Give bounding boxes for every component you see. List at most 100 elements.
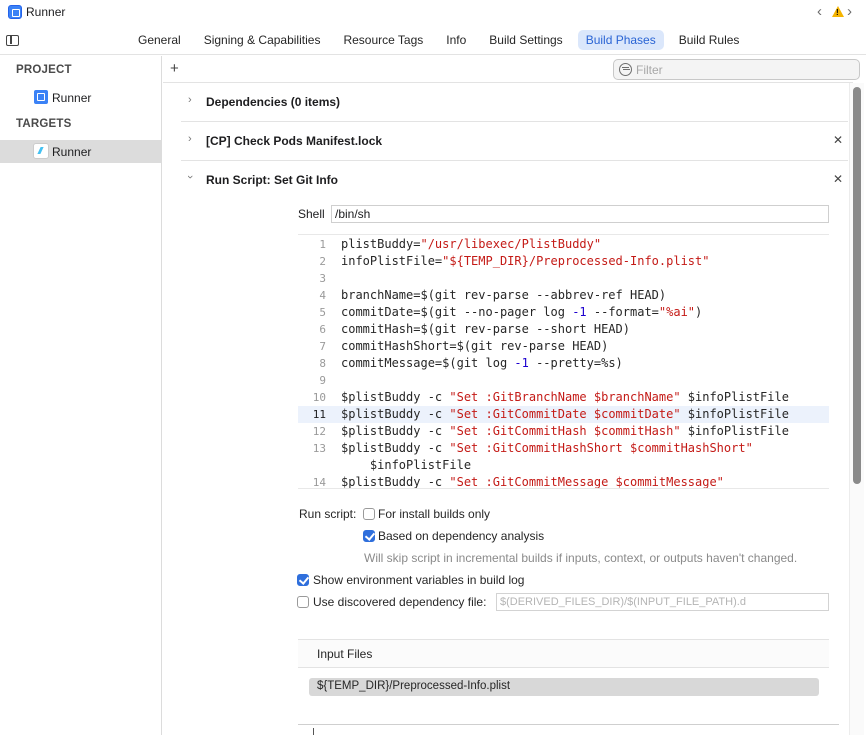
line-number: 5 (319, 306, 326, 319)
discovered-dep-file-label: Use discovered dependency file: (313, 595, 487, 609)
code-text[interactable]: $plistBuddy -c "Set :GitCommitDate $comm… (341, 406, 789, 423)
input-file-row[interactable]: ${TEMP_DIR}/Preprocessed-Info.plist (309, 678, 819, 696)
warning-icon[interactable]: ! (832, 6, 844, 17)
build-phases-editor: + Filter › Dependencies (0 items) › [CP]… (163, 56, 866, 735)
code-text[interactable]: $plistBuddy -c "Set :GitCommitHash $comm… (341, 423, 789, 440)
shell-field[interactable]: /bin/sh (331, 205, 829, 223)
xcode-project-icon (8, 5, 22, 19)
code-text[interactable]: commitMessage=$(git log -1 --pretty=%s) (341, 355, 623, 372)
code-text[interactable]: plistBuddy="/usr/libexec/PlistBuddy" (341, 236, 601, 253)
filter-placeholder: Filter (636, 63, 663, 77)
code-line[interactable]: 5 commitDate=$(git --no-pager log -1 --fo… (298, 304, 829, 321)
line-number: 8 (319, 357, 326, 370)
code-text[interactable]: $plistBuddy -c "Set :GitBranchName $bran… (341, 389, 789, 406)
show-env-vars-label: Show environment variables in build log (313, 573, 525, 587)
chevron-down-icon[interactable]: › (184, 175, 196, 179)
dependency-help-text: Will skip script in incremental builds i… (364, 551, 798, 565)
code-text[interactable]: $plistBuddy -c "Set :GitCommitMessage $c… (341, 474, 724, 488)
line-number: 3 (319, 272, 326, 285)
code-line[interactable]: 1 plistBuddy="/usr/libexec/PlistBuddy" (298, 236, 829, 253)
dependency-analysis-label: Based on dependency analysis (378, 529, 545, 543)
code-line[interactable]: 11 $plistBuddy -c "Set :GitCommitDate $co… (298, 406, 829, 423)
chevron-left-icon[interactable]: ‹ (817, 3, 822, 20)
input-files-header: Input Files (298, 639, 829, 668)
code-text[interactable]: infoPlistFile="${TEMP_DIR}/Preprocessed-… (341, 253, 709, 270)
project-sidebar: PROJECT Runner TARGETS Runner (0, 56, 162, 735)
line-number: 10 (312, 391, 326, 404)
targets-section-header: TARGETS (16, 118, 72, 130)
line-number: 6 (319, 323, 326, 336)
line-number: 4 (319, 289, 326, 302)
sidebar-item-label: Runner (52, 145, 92, 159)
discovered-dep-file-checkbox[interactable] (297, 596, 309, 608)
tab-general[interactable]: General (130, 30, 189, 50)
input-file-path: ${TEMP_DIR}/Preprocessed-Info.plist (317, 680, 511, 692)
phase-title: Dependencies (0 items) (206, 95, 341, 109)
code-text[interactable]: $infoPlistFile (341, 457, 471, 474)
tab-build-settings[interactable]: Build Settings (481, 30, 570, 50)
for-install-builds-label: For install builds only (378, 507, 491, 521)
filter-icon (619, 63, 632, 76)
tab-list: General Signing & Capabilities Resource … (130, 30, 754, 50)
phases-toolbar: + Filter (163, 56, 860, 83)
project-section-header: PROJECT (16, 64, 72, 76)
sidebar-item-target-runner[interactable]: Runner (0, 140, 162, 163)
code-line[interactable]: 6 commitHash=$(git rev-parse --short HEAD… (298, 321, 829, 338)
window-title: Runner (26, 5, 66, 19)
add-build-phase-button[interactable]: + (170, 60, 179, 77)
code-text[interactable]: $plistBuddy -c "Set :GitCommitHashShort … (341, 440, 753, 457)
code-line[interactable]: 14 $plistBuddy -c "Set :GitCommitMessage … (298, 474, 829, 488)
scrollbar-thumb[interactable] (853, 87, 861, 484)
tab-build-phases[interactable]: Build Phases (577, 30, 664, 50)
for-install-builds-checkbox[interactable] (363, 508, 375, 520)
code-line[interactable]: 10 $plistBuddy -c "Set :GitBranchName $br… (298, 389, 829, 406)
line-number: 12 (312, 425, 326, 438)
sidebar-item-label: Runner (52, 91, 92, 105)
phase-run-script-set-git-info[interactable]: › Run Script: Set Git Info ✕ (181, 161, 848, 200)
code-line[interactable]: 3 (298, 270, 829, 287)
script-editor[interactable]: 1 plistBuddy="/usr/libexec/PlistBuddy" 2 in… (298, 234, 829, 489)
tab-resource-tags[interactable]: Resource Tags (335, 30, 431, 50)
phase-title: [CP] Check Pods Manifest.lock (206, 134, 383, 148)
close-icon[interactable]: ✕ (833, 133, 843, 147)
code-line[interactable]: 4 branchName=$(git rev-parse --abbrev-ref… (298, 287, 829, 304)
xcode-project-icon (34, 90, 48, 104)
code-text[interactable]: commitHash=$(git rev-parse --short HEAD) (341, 321, 630, 338)
code-text[interactable]: commitHashShort=$(git rev-parse HEAD) (341, 338, 608, 355)
code-line[interactable]: 9 (298, 372, 829, 389)
code-text[interactable]: commitDate=$(git --no-pager log -1 --for… (341, 304, 702, 321)
dependency-file-field[interactable]: $(DERIVED_FILES_DIR)/$(INPUT_FILE_PATH).… (496, 593, 829, 611)
filter-field[interactable]: Filter (613, 59, 860, 80)
code-line[interactable]: 7 commitHashShort=$(git rev-parse HEAD) (298, 338, 829, 355)
show-env-vars-checkbox[interactable] (297, 574, 309, 586)
phase-title: Run Script: Set Git Info (206, 173, 338, 187)
flutter-app-icon (33, 143, 49, 159)
tab-build-rules[interactable]: Build Rules (671, 30, 748, 50)
dependency-analysis-checkbox[interactable] (363, 530, 375, 542)
code-line[interactable]: 2 infoPlistFile="${TEMP_DIR}/Preprocessed… (298, 253, 829, 270)
phase-check-pods-manifest[interactable]: › [CP] Check Pods Manifest.lock ✕ (181, 122, 848, 161)
line-number: 7 (319, 340, 326, 353)
code-line[interactable]: 13 $plistBuddy -c "Set :GitCommitHashShor… (298, 440, 829, 457)
input-files-title: Input Files (317, 647, 373, 661)
editor-tab-bar: General Signing & Capabilities Resource … (0, 26, 866, 55)
divider (298, 724, 839, 725)
sidebar-item-project-runner[interactable]: Runner (0, 86, 162, 109)
sidebar-toggle-icon[interactable] (6, 35, 19, 46)
chevron-right-icon[interactable]: › (188, 133, 192, 145)
close-icon[interactable]: ✕ (833, 172, 843, 186)
divider (313, 728, 314, 735)
tab-signing-capabilities[interactable]: Signing & Capabilities (196, 30, 329, 50)
line-number: 2 (319, 255, 326, 268)
tab-info[interactable]: Info (438, 30, 474, 50)
code-line[interactable]: 8 commitMessage=$(git log -1 --pretty=%s) (298, 355, 829, 372)
vertical-scrollbar[interactable] (849, 83, 864, 735)
line-number: 13 (312, 442, 326, 455)
code-text[interactable]: branchName=$(git rev-parse --abbrev-ref … (341, 287, 666, 304)
phase-dependencies[interactable]: › Dependencies (0 items) (181, 83, 848, 122)
code-line[interactable]: $infoPlistFile (298, 457, 829, 474)
chevron-right-icon[interactable]: › (847, 3, 852, 20)
chevron-right-icon[interactable]: › (188, 94, 192, 106)
line-number: 9 (319, 374, 326, 387)
code-line[interactable]: 12 $plistBuddy -c "Set :GitCommitHash $co… (298, 423, 829, 440)
